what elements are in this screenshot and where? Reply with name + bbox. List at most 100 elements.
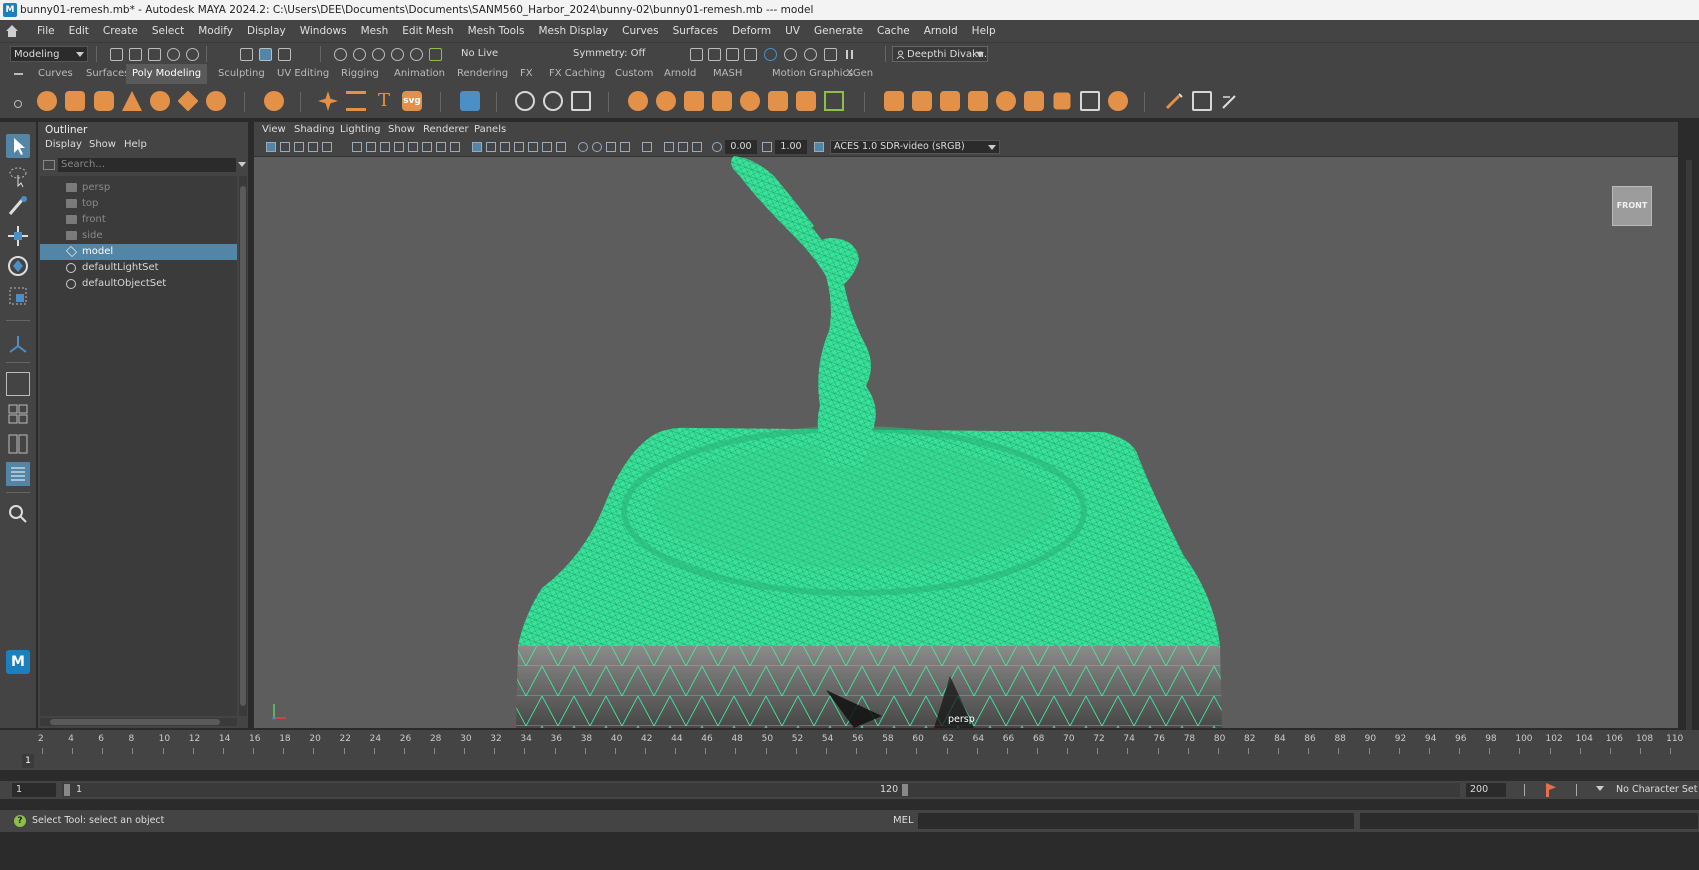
exposure-field[interactable]: 0.00 (725, 140, 757, 154)
scale-tool[interactable] (6, 284, 30, 308)
display-gamma-icon[interactable] (692, 142, 702, 152)
xray-icon[interactable] (514, 142, 524, 152)
live-surface-field[interactable]: No Live Surface (458, 46, 534, 75)
range-start-handle[interactable] (64, 784, 70, 796)
select-hierarchy-icon[interactable] (240, 48, 253, 61)
filter-icon[interactable] (43, 160, 55, 170)
image-plane-icon[interactable] (308, 142, 318, 152)
outliner-item-front[interactable]: front (40, 212, 237, 228)
script-language-toggle[interactable]: MEL (893, 810, 914, 832)
render-sequence-icon[interactable] (708, 48, 721, 61)
anim-prefs-icon[interactable] (1576, 784, 1577, 796)
search-icon[interactable] (6, 502, 30, 526)
snap-surface-icon[interactable] (410, 48, 423, 61)
freeze-transform-icon[interactable] (543, 91, 563, 111)
view-transform-dropdown[interactable]: ACES 1.0 SDR-video (sRGB) (830, 140, 1000, 154)
animation-end-field[interactable]: 200 (1466, 783, 1506, 797)
user-account-dropdown[interactable]: Deepthi Divaka. (892, 46, 988, 62)
character-set-field[interactable]: No Character Set (1612, 783, 1698, 797)
menu-file[interactable]: File (30, 20, 62, 42)
safe-title-icon[interactable] (450, 142, 460, 152)
platonic-solid-icon[interactable] (264, 91, 284, 111)
ipr-render-icon[interactable] (726, 48, 739, 61)
viewport-menu-shading[interactable]: Shading (294, 122, 335, 138)
wireframe-on-shaded-icon[interactable] (500, 142, 510, 152)
new-scene-icon[interactable] (110, 48, 123, 61)
text-tool-icon[interactable]: T (374, 91, 394, 111)
time-slider[interactable]: 2 4 6 8 10 12 14 16 18 20 22 24 26 28 30 32 34 36 38 40 42 44… (0, 730, 1699, 770)
gamma-field[interactable]: 1.00 (775, 140, 807, 154)
2d-pan-zoom-icon[interactable] (322, 142, 332, 152)
insert-edge-loop-icon[interactable] (1080, 91, 1100, 111)
auto-key-icon[interactable] (1546, 783, 1556, 797)
menu-mesh[interactable]: Mesh (354, 20, 396, 42)
poly-cylinder-icon[interactable] (94, 91, 114, 111)
poly-cube-icon[interactable] (65, 91, 85, 111)
playback-speed-icon[interactable] (1524, 784, 1525, 796)
sculpt-pen-icon[interactable] (1220, 91, 1240, 111)
smooth-icon[interactable] (768, 91, 788, 111)
outliner-menu-show[interactable]: Show (89, 139, 116, 150)
home-icon[interactable] (5, 24, 19, 38)
snap-grid-icon[interactable] (334, 48, 347, 61)
shelf-tab-motion-graphics[interactable]: Motion Graphics (772, 64, 853, 84)
bridge-icon[interactable] (912, 91, 932, 111)
render-frame-icon[interactable] (690, 48, 703, 61)
menu-arnold[interactable]: Arnold (917, 20, 965, 42)
shelf-tab-sculpting[interactable]: Sculpting (218, 64, 265, 84)
outliner-horizontal-scrollbar[interactable] (40, 718, 237, 726)
outliner-item-defaultobjectset[interactable]: defaultObjectSet (40, 276, 237, 292)
render-settings-icon[interactable] (744, 48, 757, 61)
wireframe-icon[interactable] (472, 142, 482, 152)
extract-icon[interactable] (684, 91, 704, 111)
shadows-icon[interactable] (578, 142, 588, 152)
poly-cone-icon[interactable] (122, 91, 142, 111)
textured-icon[interactable] (542, 142, 552, 152)
open-scene-icon[interactable] (129, 48, 142, 61)
symmetry-dropdown[interactable]: Symmetry: Off (570, 46, 650, 62)
mirror-icon[interactable] (712, 91, 732, 111)
extrude-icon[interactable] (884, 91, 904, 111)
maya-home-logo[interactable]: M (6, 650, 30, 674)
gamma-icon[interactable] (762, 142, 772, 152)
append-polygon-icon[interactable] (968, 91, 988, 111)
target-weld-icon[interactable] (1108, 91, 1128, 111)
menu-edit-mesh[interactable]: Edit Mesh (395, 20, 460, 42)
snap-curve-icon[interactable] (353, 48, 366, 61)
shelf-options-icon[interactable] (14, 100, 22, 108)
outliner-layout-button[interactable] (6, 462, 30, 486)
save-scene-icon[interactable] (148, 48, 161, 61)
viewport-menu-show[interactable]: Show (388, 122, 415, 138)
center-pivot-icon[interactable] (515, 91, 535, 111)
multi-cut-icon[interactable] (1024, 91, 1044, 111)
anti-aliasing-icon[interactable] (620, 142, 630, 152)
exposure-icon[interactable] (712, 142, 722, 152)
color-management-icon[interactable] (814, 142, 824, 152)
live-surface-icon[interactable] (429, 48, 442, 61)
combine-icon[interactable] (628, 91, 648, 111)
menu-curves[interactable]: Curves (615, 20, 665, 42)
bookmark-icon[interactable] (294, 142, 304, 152)
snap-point-icon[interactable] (372, 48, 385, 61)
single-perspective-view-button[interactable] (6, 372, 30, 396)
poly-type-icon[interactable] (346, 91, 366, 111)
separate-icon[interactable] (656, 91, 676, 111)
shelf-tab-arnold[interactable]: Arnold (664, 64, 696, 84)
select-component-icon[interactable] (278, 48, 291, 61)
redo-icon[interactable] (186, 48, 199, 61)
viewport-menu-panels[interactable]: Panels (474, 122, 506, 138)
viewcube[interactable]: FRONT (1612, 186, 1652, 226)
undo-icon[interactable] (167, 48, 180, 61)
shelf-tab-poly-modeling[interactable]: Poly Modeling (126, 64, 208, 84)
poly-sphere-icon[interactable] (37, 91, 57, 111)
menu-create[interactable]: Create (96, 20, 145, 42)
poly-torus-icon[interactable] (150, 91, 170, 111)
attribute-spreadsheet-icon[interactable] (460, 91, 480, 111)
uv-layout-icon[interactable] (1192, 91, 1212, 111)
menuset-dropdown[interactable]: Modeling (10, 46, 88, 62)
pause-icon[interactable] (843, 48, 856, 61)
safe-action-icon[interactable] (436, 142, 446, 152)
select-tool[interactable] (6, 134, 30, 158)
fill-hole-icon[interactable] (996, 91, 1016, 111)
xray-active-components-icon[interactable] (678, 142, 688, 152)
